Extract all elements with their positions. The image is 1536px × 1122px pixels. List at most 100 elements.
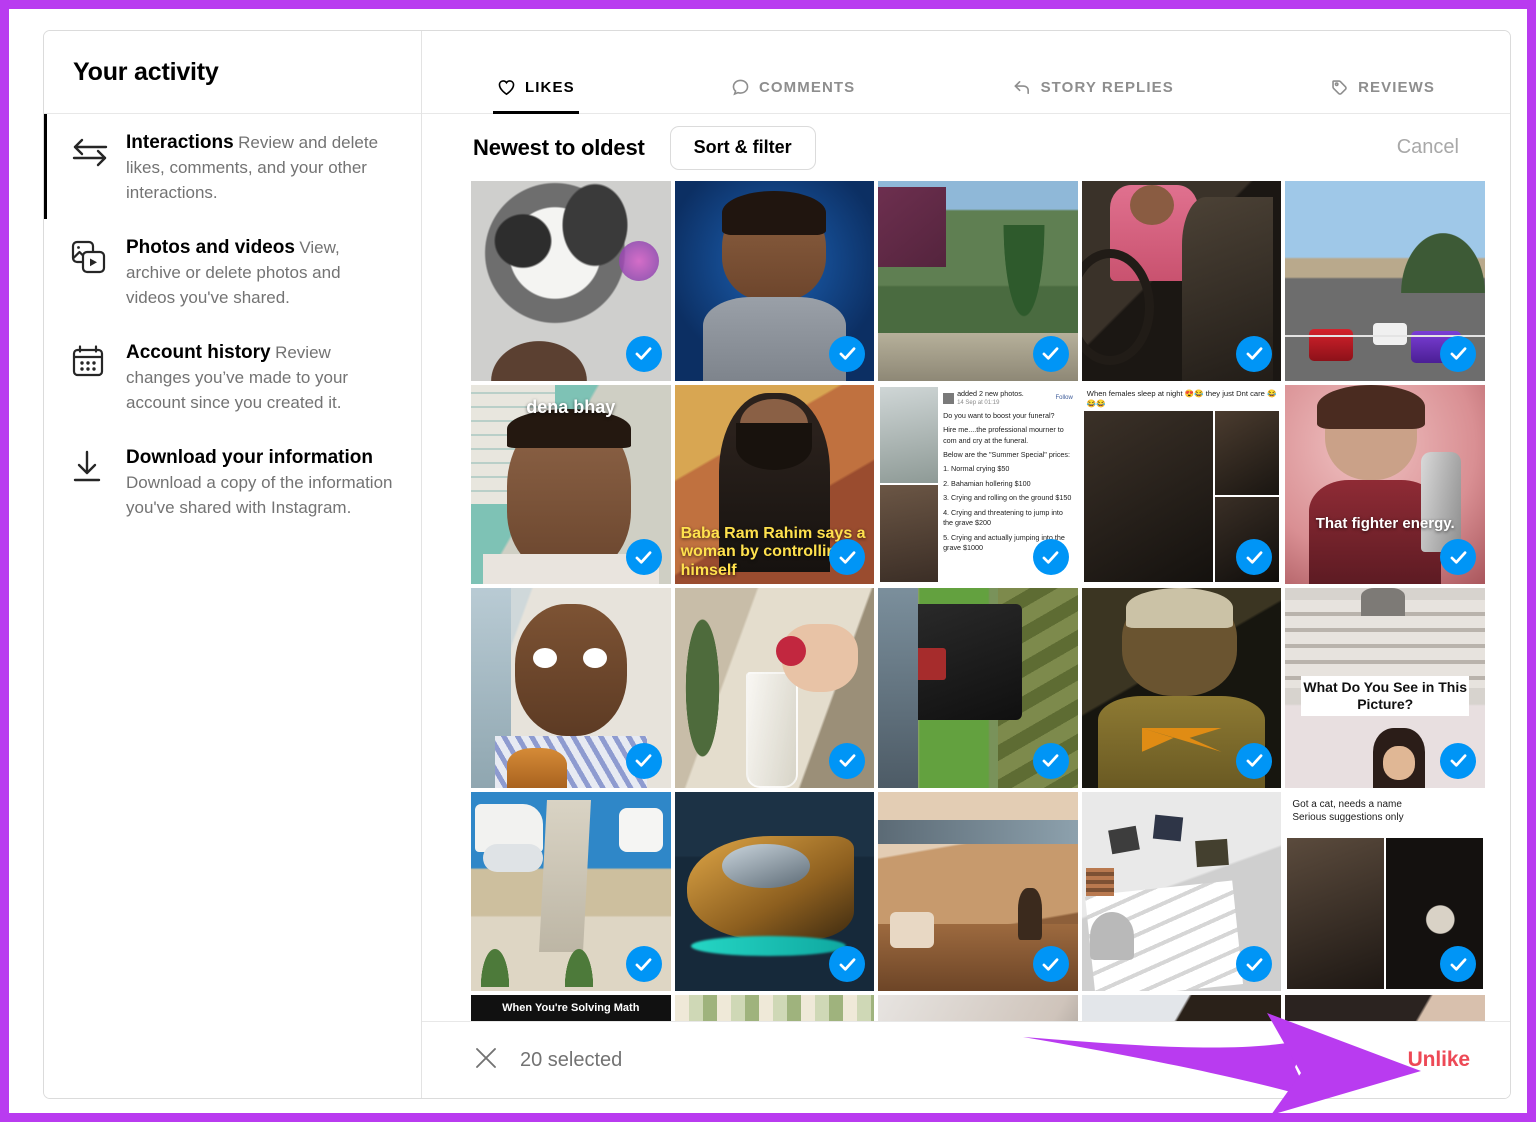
reply-arrow-icon bbox=[1012, 78, 1032, 97]
selected-checkmark[interactable] bbox=[625, 335, 662, 372]
tab-label: COMMENTS bbox=[758, 79, 856, 96]
grid-tile[interactable] bbox=[1285, 181, 1485, 381]
tab-story-replies[interactable]: STORY REPLIES bbox=[1012, 78, 1174, 113]
grid-tile[interactable] bbox=[471, 181, 671, 381]
calendar-icon bbox=[70, 340, 126, 415]
grid-tile[interactable]: Baba Ram Rahim says a woman by controlli… bbox=[674, 384, 875, 585]
selected-checkmark[interactable] bbox=[1032, 335, 1069, 372]
grid-tile[interactable] bbox=[878, 791, 1078, 992]
tab-reviews[interactable]: REVIEWS bbox=[1330, 78, 1435, 113]
sidebar-item-title: Interactions bbox=[126, 132, 234, 153]
grid-tile[interactable]: That fighter energy. bbox=[1285, 384, 1485, 585]
comment-icon bbox=[731, 78, 750, 97]
sort-toolbar: Newest to oldest Sort & filter Cancel bbox=[422, 114, 1510, 181]
grid-tile[interactable] bbox=[471, 791, 671, 992]
grid-tile[interactable]: dena bhay bbox=[471, 384, 671, 585]
grid-tile-partial[interactable] bbox=[1081, 995, 1282, 1021]
selected-checkmark[interactable] bbox=[625, 946, 662, 983]
selected-checkmark[interactable] bbox=[829, 742, 866, 779]
active-accent-bar bbox=[44, 114, 47, 219]
grid-tile[interactable]: When females sleep at night 😍😂 they just… bbox=[1081, 384, 1282, 585]
selected-checkmark[interactable] bbox=[1236, 742, 1273, 779]
post-line: 1. Normal crying $50 bbox=[943, 464, 1010, 474]
sidebar-item-account-history[interactable]: Account history Review changes you’ve ma… bbox=[44, 324, 421, 429]
sidebar-item-download-your-information[interactable]: Download your information Download a cop… bbox=[44, 429, 421, 534]
grid-tile[interactable] bbox=[1081, 181, 1282, 381]
sidebar-item-title: Download your information bbox=[126, 447, 373, 468]
post-author-action: added 2 new photos. bbox=[957, 388, 1024, 398]
grid-tile[interactable] bbox=[878, 588, 1078, 788]
grid-tile[interactable] bbox=[674, 181, 875, 381]
grid-tile[interactable] bbox=[674, 588, 875, 788]
post-line: Below are the "Summer Special" prices: bbox=[943, 450, 1071, 460]
sort-and-filter-button[interactable]: Sort & filter bbox=[669, 125, 816, 170]
tile-overlay-text: That fighter energy. bbox=[1315, 515, 1455, 533]
activity-tabs: LIKES COMMENTS STORY REPLIES REVIEWS bbox=[422, 31, 1510, 114]
post-timestamp: 14 Sep at 01:19 bbox=[957, 400, 1000, 407]
selected-count-label: 20 selected bbox=[520, 1048, 623, 1071]
selected-checkmark[interactable] bbox=[1032, 946, 1069, 983]
selected-checkmark[interactable] bbox=[625, 742, 662, 779]
liked-posts-scroll-area[interactable]: dena bhay Baba Ram Rahim says a woman by… bbox=[422, 181, 1510, 1021]
inactive-accent-bar bbox=[44, 219, 47, 324]
selected-checkmark[interactable] bbox=[1032, 742, 1069, 779]
tab-label: LIKES bbox=[525, 79, 575, 96]
grid-tile-partial[interactable] bbox=[674, 995, 875, 1021]
heart-icon bbox=[497, 78, 516, 97]
sidebar: Your activity Interactions Review and de… bbox=[44, 31, 422, 1098]
selected-checkmark[interactable] bbox=[1236, 335, 1273, 372]
selected-checkmark[interactable] bbox=[1032, 539, 1069, 576]
grid-tile-partial[interactable] bbox=[878, 995, 1078, 1021]
post-line: Do you want to boost your funeral? bbox=[943, 410, 1055, 420]
swap-arrows-icon bbox=[70, 130, 126, 205]
sidebar-item-interactions[interactable]: Interactions Review and delete likes, co… bbox=[44, 114, 421, 219]
page-title: Your activity bbox=[73, 57, 219, 86]
tab-comments[interactable]: COMMENTS bbox=[731, 78, 855, 113]
inactive-accent-bar bbox=[44, 324, 47, 429]
sidebar-item-title: Photos and videos bbox=[126, 237, 295, 258]
grid-tile[interactable] bbox=[674, 791, 875, 992]
tab-label: STORY REPLIES bbox=[1040, 79, 1174, 96]
tag-icon bbox=[1330, 78, 1349, 97]
grid-tile[interactable]: What Do You See in This Picture? bbox=[1285, 588, 1485, 788]
sidebar-item-desc: Download a copy of the information you'v… bbox=[126, 473, 393, 517]
selection-action-bar: 20 selected Unlike bbox=[422, 1021, 1510, 1098]
inactive-accent-bar bbox=[44, 429, 47, 534]
post-caption: When females sleep at night 😍😂 they just… bbox=[1086, 388, 1277, 408]
photos-videos-icon bbox=[70, 235, 126, 310]
grid-tile[interactable]: added 2 new photos. 14 Sep at 01:19 Foll… bbox=[878, 384, 1078, 585]
tab-label: REVIEWS bbox=[1358, 79, 1435, 96]
sidebar-item-account-history-text: Account history Review changes you’ve ma… bbox=[126, 340, 397, 415]
sidebar-item-title: Account history bbox=[126, 342, 271, 363]
grid-tile[interactable] bbox=[1081, 791, 1282, 992]
grid-tile[interactable] bbox=[878, 181, 1078, 381]
grid-tile[interactable] bbox=[471, 588, 671, 788]
selected-checkmark[interactable] bbox=[1440, 335, 1476, 372]
sidebar-item-photos-and-videos-text: Photos and videos View, archive or delet… bbox=[126, 235, 397, 310]
your-activity-window: Your activity Interactions Review and de… bbox=[43, 30, 1511, 1099]
grid-tile[interactable] bbox=[1081, 588, 1282, 788]
main-content: LIKES COMMENTS STORY REPLIES REVIEWS New… bbox=[422, 31, 1510, 1098]
grid-tile[interactable]: Got a cat, needs a name Serious suggesti… bbox=[1285, 791, 1485, 992]
post-line: 3. Crying and rolling on the ground $150 bbox=[943, 493, 1072, 503]
download-icon bbox=[70, 445, 126, 520]
grid-tile-partial[interactable] bbox=[1285, 995, 1485, 1021]
tab-likes[interactable]: LIKES bbox=[493, 78, 579, 114]
close-icon[interactable] bbox=[473, 1045, 499, 1076]
selected-checkmark[interactable] bbox=[1440, 539, 1476, 576]
selected-checkmark[interactable] bbox=[1440, 742, 1476, 779]
liked-posts-grid: dena bhay Baba Ram Rahim says a woman by… bbox=[471, 181, 1485, 1021]
tile-overlay-text: When You're Solving Math bbox=[471, 999, 671, 1018]
sidebar-item-photos-and-videos[interactable]: Photos and videos View, archive or delet… bbox=[44, 219, 421, 324]
post-line: 4. Crying and threatening to jump into t… bbox=[943, 507, 1063, 528]
sidebar-item-download-your-information-text: Download your information Download a cop… bbox=[126, 445, 397, 520]
post-line: Hire me....the professional mourner to c… bbox=[943, 425, 1064, 445]
post-caption-line-1: Got a cat, needs a name bbox=[1292, 798, 1402, 810]
unlike-button[interactable]: Unlike bbox=[1408, 1048, 1471, 1072]
grid-tile-partial[interactable]: When You're Solving Math bbox=[471, 995, 671, 1021]
selected-checkmark[interactable] bbox=[829, 335, 866, 372]
selected-checkmark[interactable] bbox=[625, 539, 662, 576]
post-caption-line-2: Serious suggestions only bbox=[1292, 812, 1404, 824]
follow-link[interactable]: Follow bbox=[1055, 394, 1072, 403]
cancel-button[interactable]: Cancel bbox=[1397, 136, 1472, 159]
